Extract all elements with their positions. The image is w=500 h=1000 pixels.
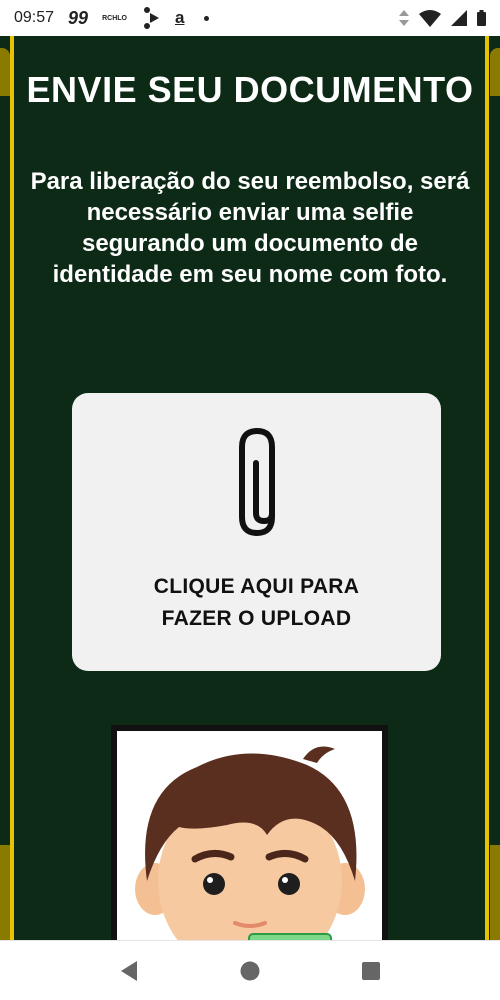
side-accent-left-bottom <box>0 845 10 940</box>
recents-button[interactable] <box>358 958 384 984</box>
battery-icon <box>477 10 486 26</box>
selfie-illustration <box>117 731 382 945</box>
upload-label-line1: CLIQUE AQUI PARA <box>153 575 360 598</box>
status-time: 09:57 <box>14 9 55 26</box>
person-illustration <box>135 746 365 945</box>
status-left: 09:57 99 RCHLO a <box>14 7 210 29</box>
rchlo-badge: RCHLO <box>102 14 127 22</box>
nav-arrow-icon <box>143 7 159 29</box>
dot-icon <box>204 15 210 21</box>
signal-icon <box>451 10 467 26</box>
side-accent-right-top <box>490 48 500 96</box>
status-right <box>399 9 486 27</box>
recents-icon <box>362 961 380 980</box>
data-arrows-icon <box>399 10 409 26</box>
status-bar: 09:57 99 RCHLO a <box>0 0 500 36</box>
selfie-example-image <box>111 725 388 945</box>
yellow-border-right <box>485 36 489 940</box>
system-nav-bar <box>0 940 500 1000</box>
page-title: ENVIE SEU DOCUMENTO <box>26 69 474 110</box>
app-99-badge: 99 <box>68 7 89 28</box>
wifi-icon <box>419 9 441 27</box>
back-icon <box>121 960 137 981</box>
paperclip-icon <box>239 428 275 536</box>
instructions-text: Para liberação do seu reembolso, será ne… <box>30 168 470 288</box>
home-button[interactable] <box>237 958 263 984</box>
upload-button[interactable]: CLIQUE AQUI PARA FAZER O UPLOAD <box>72 393 441 671</box>
side-accent-right-bottom <box>490 845 500 940</box>
side-accent-left-top <box>0 48 10 96</box>
upload-label-line2: FAZER O UPLOAD <box>161 607 352 630</box>
home-icon <box>240 961 260 980</box>
amazon-icon: a <box>174 8 185 27</box>
upload-label: CLIQUE AQUI PARA FAZER O UPLOAD <box>72 571 441 635</box>
back-button[interactable] <box>116 958 142 984</box>
yellow-border-left <box>10 36 14 940</box>
